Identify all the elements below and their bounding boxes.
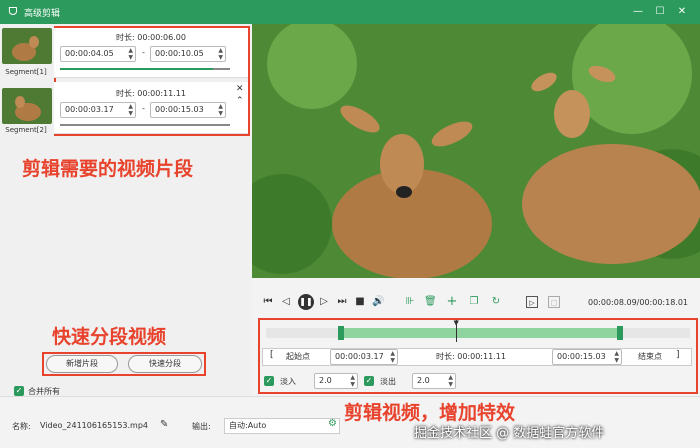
fade-in-checkbox[interactable]: ✓ <box>264 376 274 386</box>
collapse-icon[interactable]: ⌃ <box>236 96 244 106</box>
start-bracket-icon[interactable]: [ <box>270 350 274 360</box>
skip-start-icon[interactable]: ⏮ <box>262 296 274 308</box>
timeline-start-handle[interactable] <box>337 326 344 340</box>
trim-start-input[interactable]: 00:00:03.17 ▲ ▼ <box>330 349 398 365</box>
deer-thumbnail-icon <box>2 28 52 64</box>
stepper-icon[interactable]: ▲ ▼ <box>218 47 223 61</box>
playback-time: 00:00:08.09/00:00:18.01 <box>588 298 688 307</box>
stepper-icon[interactable]: ▲ ▼ <box>218 103 223 117</box>
maximize-button[interactable]: ☐ <box>652 4 668 20</box>
timeline-end-handle[interactable] <box>616 326 623 340</box>
segment-label-1: Segment[1] <box>5 68 47 76</box>
add-segment-button[interactable]: 新增片段 <box>46 355 118 373</box>
mark-out-icon[interactable]: □ <box>548 296 560 308</box>
delete-icon[interactable]: 🗑 <box>424 296 437 308</box>
stepper-icon[interactable]: ▲ ▼ <box>390 350 395 364</box>
segment-editor-2: 时长: 00:00:11.11 ✕ ⌃ 00:00:03.17 ▲ ▼ - 00:0… <box>54 82 248 134</box>
stepper-icon[interactable]: ▲ ▼ <box>614 350 619 364</box>
stop-icon[interactable]: ■ <box>354 296 366 308</box>
deer-video-frame <box>252 24 700 278</box>
close-segment-icon[interactable]: ✕ <box>236 84 244 94</box>
output-select[interactable]: 自动:Auto <box>224 418 340 434</box>
segment-duration-1: 时长: 00:00:06.00 <box>116 33 186 42</box>
fade-out-checkbox[interactable]: ✓ <box>364 376 374 386</box>
step-back-icon[interactable]: ◁ <box>280 296 292 308</box>
segment-progress-track-2 <box>60 124 230 126</box>
reset-icon[interactable]: ↻ <box>490 296 502 308</box>
segment-duration-2: 时长: 00:00:11.11 <box>116 89 186 98</box>
segment-panel: Segment[1] Segment[2] 时长: 00:00:06.00 00… <box>0 24 252 396</box>
playhead-marker-icon[interactable]: ▼ <box>453 319 458 327</box>
annotation-segments: 剪辑需要的视频片段 <box>22 158 194 180</box>
annotation-split: 快速分段视频 <box>52 326 167 348</box>
range-separator: - <box>142 48 145 57</box>
output-filename: Video_241106165153.mp4 <box>40 421 148 430</box>
segment-label-2: Segment[2] <box>5 126 47 134</box>
step-forward-icon[interactable]: ▷ <box>318 296 330 308</box>
segment-end-input-2[interactable]: 00:00:15.03 ▲ ▼ <box>150 102 226 118</box>
quick-split-button[interactable]: 快速分段 <box>128 355 202 373</box>
trim-duration: 时长: 00:00:11.11 <box>436 352 506 361</box>
trim-end-input[interactable]: 00:00:15.03 ▲ ▼ <box>552 349 622 365</box>
start-point-label: 起始点 <box>286 352 310 361</box>
fade-out-input[interactable]: 2.0 ▲ ▼ <box>412 373 456 389</box>
split-clip-icon[interactable]: ⊪ <box>404 296 416 308</box>
segment-end-input-1[interactable]: 00:00:10.05 ▲ ▼ <box>150 46 226 62</box>
segment-progress-fill-1 <box>60 68 213 70</box>
watermark: 掘金技术社区 @ 数据蛙官方软件 <box>414 426 605 441</box>
app-logo-icon: ᗜ <box>8 5 18 18</box>
edit-name-icon[interactable]: ✎ <box>160 419 168 430</box>
stepper-icon[interactable]: ▲ ▼ <box>128 103 133 117</box>
segment-editor-1: 时长: 00:00:06.00 00:00:04.05 ▲ ▼ - 00:00:10… <box>54 28 248 78</box>
close-button[interactable]: ✕ <box>674 4 690 20</box>
segment-start-input-1[interactable]: 00:00:04.05 ▲ ▼ <box>60 46 136 62</box>
copy-icon[interactable]: ❐ <box>468 296 480 308</box>
deer-thumbnail-icon <box>2 88 52 124</box>
settings-gear-icon[interactable]: ⚙ <box>328 418 337 429</box>
timeline-selection[interactable] <box>340 328 620 338</box>
segment-start-input-2[interactable]: 00:00:03.17 ▲ ▼ <box>60 102 136 118</box>
fade-in-input[interactable]: 2.0 ▲ ▼ <box>314 373 358 389</box>
merge-all-checkbox[interactable]: ✓ <box>14 386 24 396</box>
segment-thumbnail-2[interactable] <box>2 88 52 124</box>
stepper-icon[interactable]: ▲ ▼ <box>448 374 453 388</box>
output-label: 输出: <box>192 422 211 431</box>
minimize-button[interactable]: — <box>630 4 646 20</box>
stepper-icon[interactable]: ▲ ▼ <box>350 374 355 388</box>
end-point-label: 结束点 <box>638 352 662 361</box>
player-controls: ⏮ ◁ ❚❚ ▷ ⏭ ■ 🔊 ⊪ 🗑 + ❐ ↻ ▷ □ 00:00:08.09… <box>252 278 700 396</box>
annotation-effects: 剪辑视频，增加特效 <box>344 402 516 424</box>
video-preview[interactable] <box>252 24 700 278</box>
fade-in-label: 淡入 <box>280 377 296 386</box>
add-icon[interactable]: + <box>446 295 458 308</box>
range-separator: - <box>142 104 145 113</box>
end-bracket-icon[interactable]: ] <box>676 350 680 360</box>
window-title: 高级剪辑 <box>24 9 61 19</box>
title-bar: ᗜ 高级剪辑 — ☐ ✕ <box>0 0 700 24</box>
name-label: 名称: <box>12 422 31 431</box>
stepper-icon[interactable]: ▲ ▼ <box>128 47 133 61</box>
pause-icon[interactable]: ❚❚ <box>298 294 314 310</box>
segment-thumbnail-1[interactable] <box>2 28 52 64</box>
mark-in-icon[interactable]: ▷ <box>526 296 538 308</box>
skip-end-icon[interactable]: ⏭ <box>336 296 348 308</box>
fade-out-label: 淡出 <box>380 377 396 386</box>
volume-icon[interactable]: 🔊 <box>372 296 384 308</box>
